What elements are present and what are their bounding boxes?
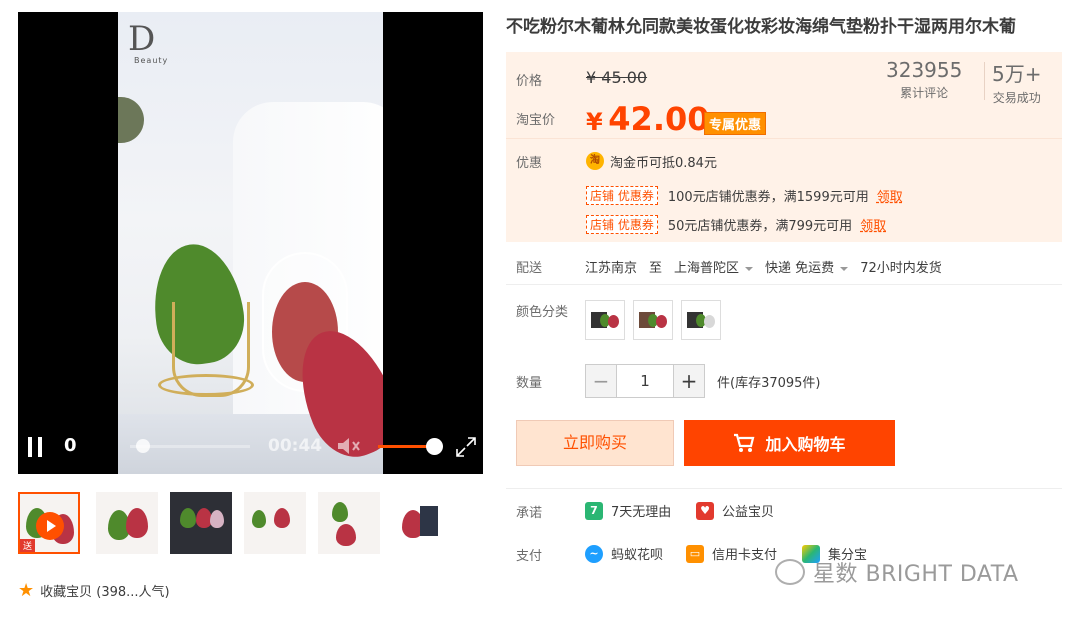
commitment-item[interactable]: ♥ 公益宝贝 [696,501,774,520]
increase-button[interactable]: + [673,364,705,398]
ship-to-word: 至 [649,261,663,276]
star-icon: ★ [18,580,35,601]
payment-item: ~ 蚂蚁花呗 [585,544,663,563]
claim-coupon-link[interactable]: 领取 [860,215,886,234]
coupon-row: 店铺 优惠券 50元店铺优惠券，满799元可用 领取 [586,215,886,234]
payment-text: 蚂蚁花呗 [611,548,664,563]
progress-handle[interactable] [136,439,150,453]
taojinbi-icon: 淘 [586,152,604,170]
reviews-stat[interactable]: 323955 累计评论 [886,58,962,101]
ship-method-select[interactable]: 快递 免运费 [765,257,849,276]
shipping-label: 配送 [516,261,543,276]
chevron-down-icon [840,266,849,271]
video-stand-base [158,374,254,396]
thumbnail-image[interactable] [96,492,158,554]
promo-label: 优惠 [516,156,543,171]
buy-now-button[interactable]: 立即购买 [516,420,674,466]
commitment-text: 公益宝贝 [722,505,775,520]
orig-price-label: 价格 [516,74,543,89]
currency-symbol: ¥ [586,108,603,136]
brand-logo-sub: Beauty [134,56,169,65]
quantity-label: 数量 [516,376,543,391]
payment-label: 支付 [516,549,543,564]
price-panel: 价格 ¥ 45.00 淘宝价 ¥ 42.00 专属优惠 323955 累计评论 … [506,52,1062,242]
add-to-cart-button[interactable]: 加入购物车 [684,420,895,466]
coupon-tag: 店铺 优惠券 [586,186,658,205]
coin-deduction: 淘金币可抵0.84元 [610,156,717,171]
brand-logo: D Beauty [128,22,172,78]
ship-method: 快递 免运费 [765,261,835,276]
charity-icon: ♥ [696,501,714,520]
divider [506,284,1062,285]
quantity-stepper: − 1 + 件(库存37095件) [585,364,821,398]
price-value: 42.00 [608,100,710,138]
coupon-text: 100元店铺优惠券，满1599元可用 [667,190,869,205]
ship-from: 江苏南京 [585,261,638,276]
volume-bar[interactable] [378,445,428,448]
ship-destination: 上海普陀区 [674,261,740,276]
cart-icon [734,433,755,452]
decrease-button[interactable]: − [585,364,617,398]
chevron-down-icon [745,266,754,271]
duration: 00:44 [268,436,323,456]
product-page: D Beauty 0 00:44 送 ★ 收藏宝贝 (398...人气) 不吃粉… [0,0,1080,619]
pause-button[interactable] [28,437,44,457]
sku-label: 颜色分类 [516,305,569,320]
favorite-button[interactable]: ★ 收藏宝贝 (398...人气) [18,580,170,601]
deals-count: 5万+ [992,62,1042,86]
product-title: 不吃粉尔木葡林允同款美妆蛋化妆彩妆海绵气垫粉扑干湿两用尔木葡 [506,17,1016,37]
sku-option[interactable] [681,300,721,340]
brand-logo-mark: D [128,19,156,59]
credit-card-icon: ▭ [686,544,704,563]
coupon-row: 店铺 优惠券 100元店铺优惠券，满1599元可用 领取 [586,186,903,205]
stat-divider [984,62,985,100]
tb-price-label: 淘宝价 [516,113,556,128]
commitment-item[interactable]: 7 7天无理由 [585,501,671,520]
huabei-icon: ~ [585,544,603,563]
special-offer-badge: 专属优惠 [704,112,767,135]
mute-icon[interactable] [336,436,362,456]
play-icon [36,512,64,540]
coupon-text: 50元店铺优惠券，满799元可用 [667,219,853,234]
commitment-text: 7天无理由 [611,505,672,520]
reviews-count: 323955 [886,58,963,82]
watermark: 星数 BRIGHT DATA [775,556,1019,588]
volume-handle[interactable] [426,438,443,455]
sku-option[interactable] [633,300,673,340]
video-plant [118,97,144,143]
shipping-info: 江苏南京 至 上海普陀区 快递 免运费 72小时内发货 [585,257,942,276]
add-to-cart-label: 加入购物车 [765,435,846,454]
wechat-logo-icon [775,559,805,585]
reviews-label: 累计评论 [900,86,949,100]
video-frame[interactable]: D Beauty [118,12,383,474]
current-time: 0 [64,435,77,456]
taobao-price: ¥ 42.00 [586,100,710,138]
thumbnail-image[interactable] [244,492,306,554]
thumbnail-image[interactable] [170,492,232,554]
payment-text: 信用卡支付 [712,548,778,563]
thumbnail-image[interactable] [392,492,454,554]
deals-label: 交易成功 [992,91,1041,105]
ship-destination-select[interactable]: 上海普陀区 [674,257,754,276]
thumbnail-video[interactable]: 送 [18,492,80,554]
deals-stat: 5万+ 交易成功 [992,58,1041,106]
thumbnail-image[interactable] [318,492,380,554]
quantity-input[interactable]: 1 [617,364,673,398]
original-price: ¥ 45.00 [586,68,648,87]
coupon-tag: 店铺 优惠券 [586,215,658,234]
divider [506,488,1062,489]
sku-option[interactable] [585,300,625,340]
commitment-label: 承诺 [516,506,543,521]
stock-text: 件(库存37095件) [717,375,821,391]
claim-coupon-link[interactable]: 领取 [877,186,903,205]
thumbnail-tag: 送 [20,539,36,552]
fullscreen-icon[interactable] [454,435,478,459]
video-player[interactable]: D Beauty 0 00:44 [18,12,483,474]
seven-day-return-icon: 7 [585,501,603,520]
watermark-text: 星数 BRIGHT DATA [813,562,1019,587]
ship-time: 72小时内发货 [860,261,942,276]
payment-item: ▭ 信用卡支付 [686,544,777,563]
favorite-label: 收藏宝贝 (398...人气) [40,585,170,600]
